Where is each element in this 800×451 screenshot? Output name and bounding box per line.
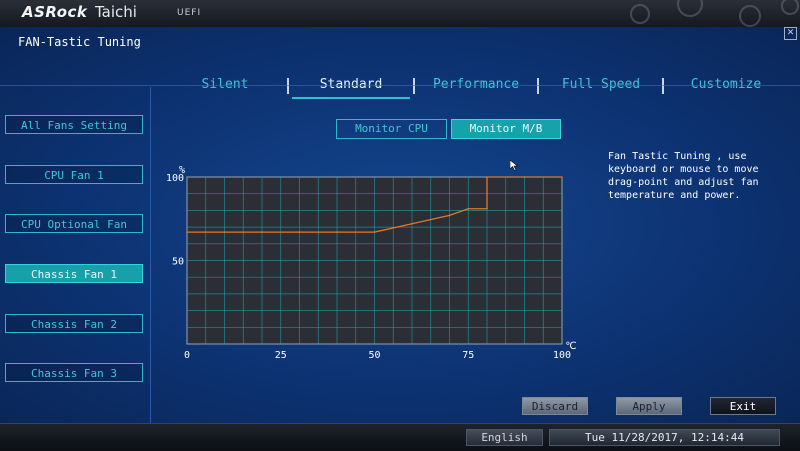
close-icon[interactable]: ✕ bbox=[784, 27, 797, 40]
x-tick-label: 0 bbox=[184, 350, 190, 361]
discard-label: Discard bbox=[531, 400, 579, 413]
monitor-cpu-label: Monitor CPU bbox=[355, 122, 428, 135]
fan-item-chassis-fan-2[interactable]: Chassis Fan 2 bbox=[5, 314, 143, 333]
fan-curve-point bbox=[373, 231, 376, 233]
tab-standard[interactable]: Standard bbox=[292, 73, 410, 99]
fan-curve-point bbox=[467, 207, 470, 210]
y-tick-label: 50 bbox=[172, 257, 184, 268]
x-tick-label: 50 bbox=[368, 350, 380, 361]
fan-item-chassis-fan-3[interactable]: Chassis Fan 3 bbox=[5, 363, 143, 382]
fan-item-cpu-optional[interactable]: CPU Optional Fan bbox=[5, 214, 143, 233]
firmware-label: UEFI bbox=[177, 8, 202, 18]
apply-button[interactable]: Apply bbox=[616, 397, 682, 415]
mouse-cursor-icon bbox=[510, 160, 518, 171]
help-text: Fan Tastic Tuning , use keyboard or mous… bbox=[608, 151, 759, 201]
tab-separator bbox=[537, 78, 539, 94]
datetime-display: Tue 11/28/2017, 12:14:44 bbox=[549, 429, 780, 446]
fan-curve-point bbox=[336, 231, 338, 233]
y-axis-unit: % bbox=[179, 165, 185, 176]
brand-logo: ASRock bbox=[22, 3, 88, 21]
fan-list: All Fans Setting CPU Fan 1 CPU Optional … bbox=[0, 87, 151, 423]
fan-curve-point bbox=[486, 207, 488, 210]
top-bar: ASRock Taichi UEFI bbox=[0, 0, 800, 28]
fan-item-label: Chassis Fan 3 bbox=[30, 367, 118, 380]
fan-curve-point bbox=[298, 231, 301, 233]
tab-separator bbox=[413, 78, 415, 94]
fan-curve-point bbox=[261, 231, 263, 233]
language-selector[interactable]: English bbox=[466, 429, 543, 446]
datetime-label: Tue 11/28/2017, 12:14:44 bbox=[585, 431, 744, 444]
fan-curve-point bbox=[486, 176, 488, 178]
fan-item-label: CPU Fan 1 bbox=[44, 169, 104, 182]
gear-decoration-icon bbox=[630, 0, 799, 27]
exit-label: Exit bbox=[729, 400, 757, 413]
mode-tabs: Silent Standard Performance Full Speed C… bbox=[165, 73, 800, 101]
fan-curve-chart[interactable]: 0 25 50 75 10050100%℃ bbox=[163, 139, 593, 364]
tab-separator bbox=[287, 78, 289, 94]
monitor-mb-button[interactable]: Monitor M/B bbox=[451, 119, 561, 139]
status-bar: English Tue 11/28/2017, 12:14:44 bbox=[0, 423, 800, 451]
fan-curve-point bbox=[223, 231, 226, 233]
fan-item-cpu-fan-1[interactable]: CPU Fan 1 bbox=[5, 165, 143, 184]
fan-tuning-window: FAN-Tastic Tuning ✕ Silent Standard Perf… bbox=[0, 27, 800, 423]
fan-curve-point bbox=[523, 176, 526, 178]
window-title: FAN-Tastic Tuning bbox=[18, 35, 141, 49]
language-label: English bbox=[481, 431, 528, 444]
model-name: Taichi bbox=[95, 3, 137, 21]
exit-button[interactable]: Exit bbox=[710, 397, 776, 415]
monitor-mb-label: Monitor M/B bbox=[469, 122, 543, 135]
fan-curve-point bbox=[561, 176, 563, 178]
fan-item-label: Chassis Fan 2 bbox=[30, 318, 118, 331]
fan-curve-point bbox=[448, 214, 451, 217]
monitor-cpu-button[interactable]: Monitor CPU bbox=[336, 119, 447, 139]
fan-item-label: Chassis Fan 1 bbox=[30, 268, 118, 281]
fan-item-label: All Fans Setting bbox=[21, 119, 127, 132]
fan-curve-point bbox=[186, 231, 188, 233]
apply-label: Apply bbox=[632, 400, 666, 413]
x-tick-label: 75 bbox=[462, 350, 474, 361]
fan-item-label: CPU Optional Fan bbox=[21, 218, 127, 231]
fan-item-all-fans[interactable]: All Fans Setting bbox=[5, 115, 143, 134]
header-divider bbox=[0, 85, 800, 86]
tab-separator bbox=[662, 78, 664, 94]
fan-item-chassis-fan-1[interactable]: Chassis Fan 1 bbox=[5, 264, 143, 283]
x-axis-unit: ℃ bbox=[565, 341, 576, 352]
fan-curve-point bbox=[411, 222, 413, 225]
discard-button[interactable]: Discard bbox=[522, 397, 588, 415]
x-tick-label: 25 bbox=[275, 350, 287, 361]
